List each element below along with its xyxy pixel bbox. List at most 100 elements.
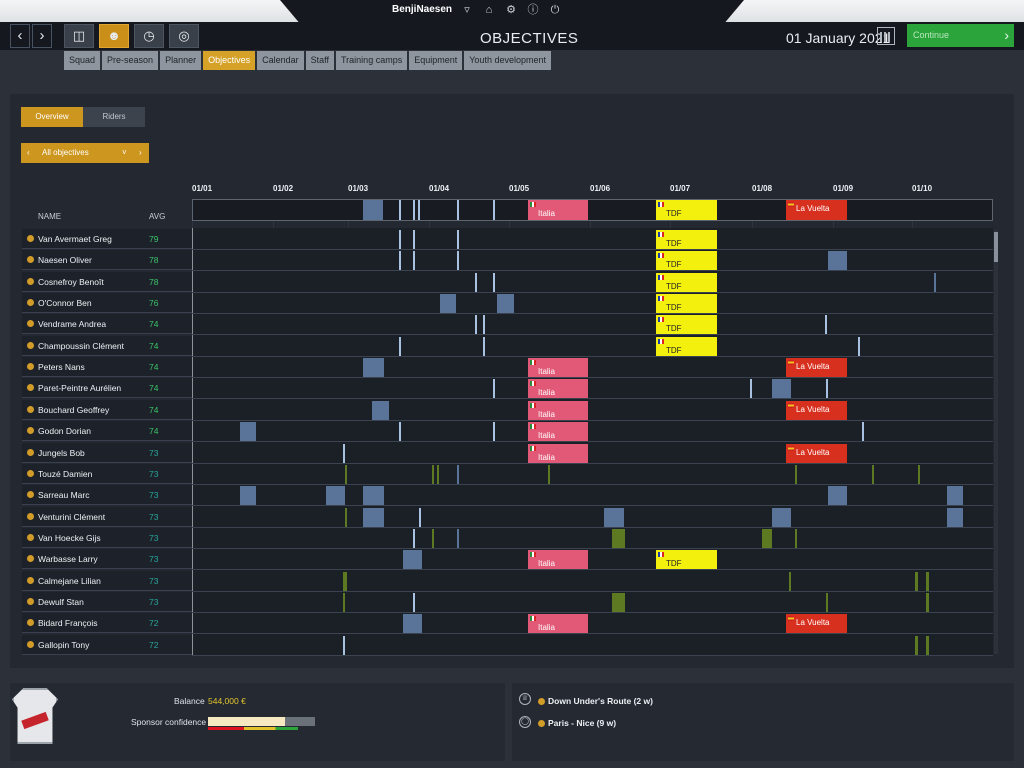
race-event[interactable] bbox=[343, 593, 345, 612]
rider-name[interactable]: Naesen Oliver bbox=[38, 255, 92, 265]
summary-event[interactable] bbox=[363, 200, 383, 220]
race-vuelta[interactable]: La Vuelta bbox=[786, 401, 847, 420]
rider-row[interactable]: Naesen Oliver 78 bbox=[22, 250, 192, 270]
race-event[interactable] bbox=[828, 486, 847, 505]
race-italia[interactable]: Italia bbox=[528, 444, 588, 463]
race-tdf[interactable]: TDF bbox=[656, 230, 717, 249]
race-tdf[interactable]: TDF bbox=[656, 273, 717, 292]
chevron-right-icon[interactable]: › bbox=[139, 143, 142, 163]
race-vuelta[interactable]: La Vuelta bbox=[786, 614, 847, 633]
tab-pre-season[interactable]: Pre-season bbox=[102, 51, 159, 70]
race-event[interactable] bbox=[825, 315, 827, 334]
race-event[interactable] bbox=[343, 444, 345, 463]
race-event[interactable] bbox=[826, 593, 828, 612]
race-event[interactable] bbox=[372, 401, 389, 420]
rider-name[interactable]: Touzé Damien bbox=[38, 469, 92, 479]
race-italia[interactable]: Italia bbox=[528, 358, 588, 377]
tab-planner[interactable]: Planner bbox=[160, 51, 202, 70]
rider-row[interactable]: O'Connor Ben 76 bbox=[22, 293, 192, 313]
race-vuelta[interactable]: La Vuelta bbox=[786, 358, 847, 377]
race-event[interactable] bbox=[432, 529, 434, 548]
summary-event[interactable] bbox=[399, 200, 401, 220]
forward-arrow-button[interactable]: › bbox=[32, 24, 52, 48]
rider-name[interactable]: Van Avermaet Greg bbox=[38, 234, 112, 244]
tab-objectives[interactable]: Objectives bbox=[203, 51, 256, 70]
summary-event[interactable] bbox=[457, 200, 459, 220]
rider-name[interactable]: Champoussin Clément bbox=[38, 341, 124, 351]
race-event[interactable] bbox=[872, 465, 874, 484]
race-event[interactable] bbox=[483, 337, 485, 356]
calendar-icon[interactable] bbox=[877, 27, 895, 45]
race-event[interactable] bbox=[343, 572, 347, 591]
race-tdf[interactable]: TDF bbox=[656, 550, 717, 569]
rider-name[interactable]: O'Connor Ben bbox=[38, 298, 92, 308]
rider-row[interactable]: Vendrame Andrea 74 bbox=[22, 314, 192, 334]
rider-name[interactable]: Calmejane Lilian bbox=[38, 576, 101, 586]
name-column-header[interactable]: NAME bbox=[38, 212, 61, 221]
chevron-left-icon[interactable]: ‹ bbox=[27, 143, 30, 163]
race-event[interactable] bbox=[493, 422, 495, 441]
race-event[interactable] bbox=[457, 230, 459, 249]
rider-name[interactable]: Godon Dorian bbox=[38, 426, 91, 436]
tab-equipment[interactable]: Equipment bbox=[409, 51, 463, 70]
race-event[interactable] bbox=[612, 593, 625, 612]
race-event[interactable] bbox=[413, 251, 415, 270]
grid-scrollbar-thumb[interactable] bbox=[994, 232, 998, 262]
rider-row[interactable]: Bouchard Geoffrey 74 bbox=[22, 400, 192, 420]
race-tdf[interactable]: TDF bbox=[656, 315, 717, 334]
rider-row[interactable]: Godon Dorian 74 bbox=[22, 421, 192, 441]
tab-calendar[interactable]: Calendar bbox=[257, 51, 304, 70]
rider-row[interactable]: Warbasse Larry 73 bbox=[22, 549, 192, 569]
race-event[interactable] bbox=[828, 251, 847, 270]
rider-row[interactable]: Sarreau Marc 73 bbox=[22, 485, 192, 505]
race-event[interactable] bbox=[457, 465, 459, 484]
rider-name[interactable]: Gallopin Tony bbox=[38, 640, 89, 650]
summary-event[interactable] bbox=[418, 200, 420, 220]
race-vuelta[interactable]: La Vuelta bbox=[786, 444, 847, 463]
rider-row[interactable]: Paret-Peintre Aurélien 74 bbox=[22, 378, 192, 398]
race-event[interactable] bbox=[240, 422, 256, 441]
race-event[interactable] bbox=[403, 614, 422, 633]
race-event[interactable] bbox=[403, 550, 422, 569]
rider-name[interactable]: Van Hoecke Gijs bbox=[38, 533, 101, 543]
race-tdf[interactable]: TDF bbox=[656, 200, 717, 220]
rider-row[interactable]: Van Avermaet Greg 79 bbox=[22, 229, 192, 249]
race-event[interactable] bbox=[772, 379, 791, 398]
tab-training-camps[interactable]: Training camps bbox=[336, 51, 408, 70]
rider-row[interactable]: Peters Nans 74 bbox=[22, 357, 192, 377]
race-event[interactable] bbox=[399, 251, 401, 270]
rider-row[interactable]: Cosnefroy Benoît 78 bbox=[22, 272, 192, 292]
rider-name[interactable]: Peters Nans bbox=[38, 362, 85, 372]
race-event[interactable] bbox=[926, 636, 929, 655]
race-event[interactable] bbox=[363, 358, 384, 377]
race-event[interactable] bbox=[918, 465, 920, 484]
race-tdf[interactable]: TDF bbox=[656, 251, 717, 270]
rider-name[interactable]: Jungels Bob bbox=[38, 448, 85, 458]
rider-row[interactable]: Jungels Bob 73 bbox=[22, 443, 192, 463]
grid-scrollbar[interactable] bbox=[994, 230, 998, 654]
bell-icon[interactable]: ▿ bbox=[460, 3, 474, 17]
rider-row[interactable]: Bidard François 72 bbox=[22, 613, 192, 633]
race-event[interactable] bbox=[413, 593, 415, 612]
race-event[interactable] bbox=[457, 251, 459, 270]
rider-row[interactable]: Van Hoecke Gijs 73 bbox=[22, 528, 192, 548]
avg-column-header[interactable]: AVG bbox=[149, 212, 165, 221]
riders-button[interactable]: Riders bbox=[83, 107, 145, 127]
race-event[interactable] bbox=[926, 593, 929, 612]
race-italia[interactable]: Italia bbox=[528, 422, 588, 441]
continue-button[interactable]: Continue › bbox=[907, 24, 1014, 47]
rider-name[interactable]: Dewulf Stan bbox=[38, 597, 84, 607]
race-event[interactable] bbox=[915, 572, 918, 591]
race-event[interactable] bbox=[795, 465, 797, 484]
rider-row[interactable]: Calmejane Lilian 73 bbox=[22, 571, 192, 591]
race-event[interactable] bbox=[345, 465, 347, 484]
globe-icon[interactable]: ◎ bbox=[169, 24, 199, 48]
race-italia[interactable]: Italia bbox=[528, 550, 588, 569]
race-event[interactable] bbox=[343, 636, 345, 655]
race-event[interactable] bbox=[413, 529, 415, 548]
rider-name[interactable]: Paret-Peintre Aurélien bbox=[38, 383, 121, 393]
gear-icon[interactable]: ⚙ bbox=[504, 3, 518, 17]
race-event[interactable] bbox=[399, 422, 401, 441]
team-icon[interactable]: ☻ bbox=[99, 24, 129, 48]
chevron-down-icon[interactable]: ˅ bbox=[122, 143, 127, 163]
